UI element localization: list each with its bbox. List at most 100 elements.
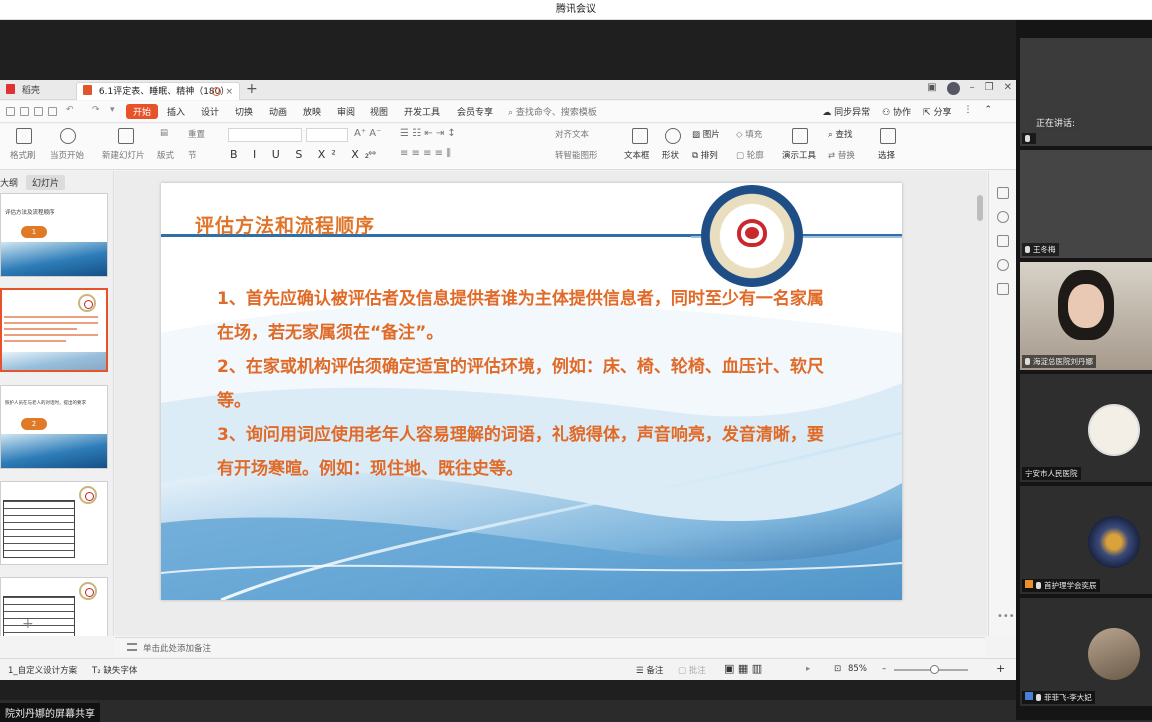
select-button[interactable]: 选择 [878,149,895,161]
new-slide-button[interactable]: 新建幻灯片 [102,149,145,161]
vertical-scrollbar[interactable] [975,171,985,636]
pin-icon[interactable] [997,211,1009,223]
zoom-level[interactable]: 85% [848,664,867,674]
participant-video-tile[interactable]: 海淀总医院刘丹娜 [1020,262,1152,370]
more-icon[interactable]: ⋮ [963,105,972,118]
tab-slides[interactable]: 幻灯片 [26,175,66,190]
save-icon[interactable] [20,107,29,116]
section-button[interactable]: 节 [188,149,197,161]
outline-button[interactable]: ▢ 轮廓 [736,149,764,161]
command-search[interactable]: ⌕ 查找命令、搜索模板 [508,105,597,118]
restore-icon[interactable]: ❐ [985,82,994,95]
close-tab-icon[interactable]: × [225,83,233,101]
align-icons[interactable]: ≡ ≡ ≡ ≡ ⫼ [400,148,451,159]
new-slide-icon[interactable] [118,128,134,144]
reset-button[interactable]: 重置 [188,128,205,140]
menu-review[interactable]: 审阅 [337,105,355,118]
menu-transition[interactable]: 切换 [235,105,253,118]
warning-icon[interactable] [212,87,221,96]
backup-icon[interactable] [997,283,1009,295]
notes-placeholder[interactable]: 单击此处添加备注 [143,642,211,654]
add-slide-icon[interactable]: + [22,616,34,632]
arrange-button[interactable]: ⧉ 排列 [692,149,718,161]
menu-view[interactable]: 视图 [370,105,388,118]
share-button[interactable]: ⇱ 分享 [923,105,951,118]
menu-design[interactable]: 设计 [201,105,219,118]
zoom-slider-knob[interactable] [930,665,939,674]
notes-toggle[interactable]: ☰ 备注 [636,664,663,676]
scrollbar-thumb[interactable] [977,195,983,221]
print-icon[interactable] [34,107,43,116]
undo-icon[interactable]: ↶ [66,105,74,115]
present-tools-icon[interactable] [792,128,808,144]
select-icon[interactable] [880,128,896,144]
customize-icon[interactable]: ▾ [110,105,115,115]
slide-body-text[interactable]: 1、首先应确认被评估者及信息提供者谁为主体提供信息者，同时至少有一名家属在场，若… [217,282,837,486]
menu-start[interactable]: 开始 [126,104,159,119]
text-box-button[interactable]: 文本框 [624,149,650,161]
slide-thumbnail[interactable]: 照护人员在与老人的对话时，提出的要求 2 [0,385,108,469]
current-slide[interactable]: 评估方法和流程顺序 1、首先应确认被评估者及信息提供者谁为主体提供信息者，同时至… [161,183,902,600]
shape-icon[interactable] [665,128,681,144]
from-current-button[interactable]: 当页开始 [50,149,84,161]
grow-font-icon[interactable]: A⁺ A⁻ [354,128,381,139]
list-icons[interactable]: ☰ ☷ ⇤ ⇥ ↕ [400,128,456,139]
char-spacing-icon[interactable]: ⇔ [368,148,376,159]
shape-button[interactable]: 形状 [662,149,679,161]
tab-document[interactable]: 6.1评定表、睡眠、精神（180） × [76,82,240,100]
print-preview-icon[interactable] [48,107,57,116]
menu-developer[interactable]: 开发工具 [404,105,440,118]
layout-icon[interactable]: ▤ [160,128,168,138]
play-icon[interactable] [60,128,76,144]
notes-pane[interactable]: 单击此处添加备注 [115,637,985,657]
font-size-select[interactable] [306,128,348,142]
text-box-icon[interactable] [632,128,648,144]
annotate-toggle[interactable]: ▢ 批注 [678,664,706,676]
sync-status[interactable]: ☁ 同步异常 [822,105,870,118]
participant-tile[interactable]: 首护理学会奕辰 [1020,486,1152,594]
play-slideshow-icon[interactable]: ▸ [806,664,810,674]
tab-outline[interactable]: 大纲 [0,176,18,189]
fit-window-icon[interactable]: ⊡ [834,664,841,674]
align-text-button[interactable]: 对齐文本 [555,128,589,140]
collab-button[interactable]: ⚇ 协作 [882,105,911,118]
layout-icon[interactable]: ▣ [927,82,936,95]
menu-slideshow[interactable]: 放映 [303,105,321,118]
format-painter-button[interactable]: 格式刷 [10,149,36,161]
menu-insert[interactable]: 插入 [167,105,185,118]
close-window-icon[interactable]: ✕ [1004,82,1012,95]
image-button[interactable]: ▨ 图片 [692,128,720,140]
new-tab-button[interactable]: + [246,81,258,97]
minimize-icon[interactable]: – [970,82,975,95]
slide-thumbnail[interactable] [0,481,108,565]
file-menu-icon[interactable] [6,107,15,116]
fill-button[interactable]: ◇ 填充 [736,128,762,140]
slide-title[interactable]: 评估方法和流程顺序 [195,211,375,238]
participant-tile[interactable]: 王冬梅 [1020,150,1152,258]
slide-thumbnail-selected[interactable] [0,288,108,372]
participant-tile[interactable]: 菲菲飞-李大妃 [1020,598,1152,706]
find-button[interactable]: ⌕ 查找 [828,128,852,140]
redo-icon[interactable]: ↷ [92,105,100,115]
replace-button[interactable]: ⇄ 替换 [828,149,855,161]
slide-thumbnail[interactable] [0,577,108,636]
missing-font-button[interactable]: T₂ 缺失字体 [92,664,137,676]
menu-animation[interactable]: 动画 [269,105,287,118]
slide-thumbnail[interactable]: 评估方法及流程顺序 1 [0,193,108,277]
zoom-out-icon[interactable]: – [882,664,886,674]
more-options-icon[interactable]: ••• [997,611,1015,623]
zoom-in-icon[interactable]: + [996,662,1005,675]
help-icon[interactable] [997,259,1009,271]
smart-art-button[interactable]: 转智能图形 [555,149,598,161]
properties-icon[interactable] [997,187,1009,199]
collapse-ribbon-icon[interactable]: ⌃ [984,105,992,118]
present-tools-button[interactable]: 演示工具 [782,149,816,161]
text-format-icons[interactable]: B I U S X² X₂ [230,148,375,161]
format-painter-icon[interactable] [16,128,32,144]
user-avatar-icon[interactable] [946,82,960,95]
tab-docer[interactable]: 稻壳 [0,82,72,100]
menu-member[interactable]: 会员专享 [457,105,493,118]
design-scheme[interactable]: 1_自定义设计方案 [8,664,77,676]
view-mode-icons[interactable]: ▣ ▦ ▥ [724,662,762,675]
association-logo-icon[interactable] [701,185,803,287]
